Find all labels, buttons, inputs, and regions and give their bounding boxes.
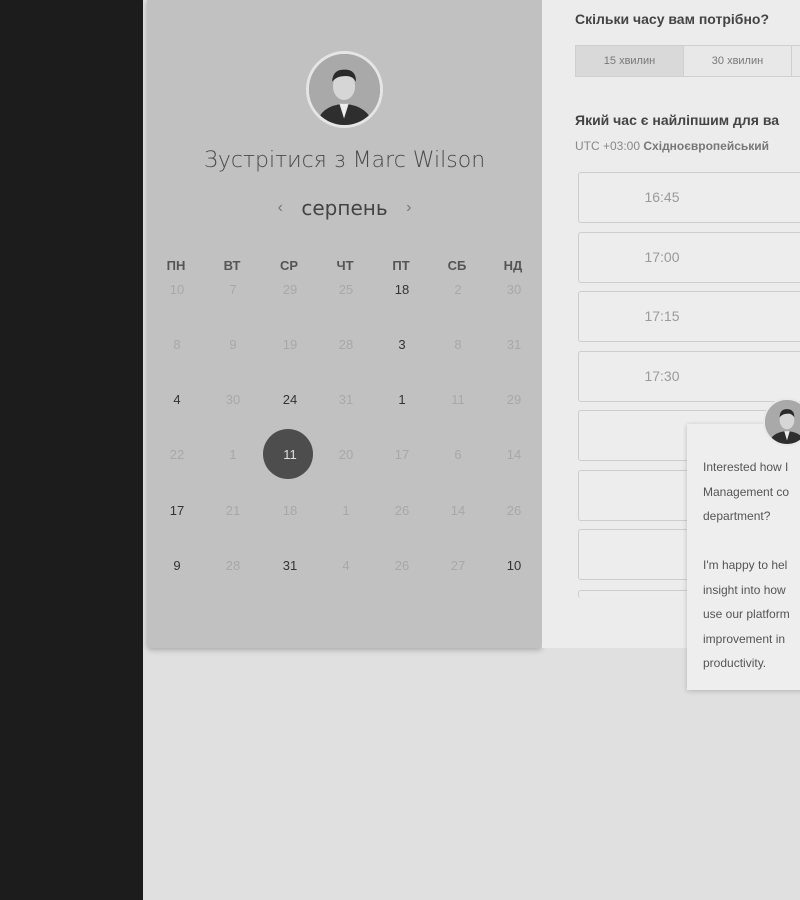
calendar-day[interactable]: 17 <box>155 501 199 521</box>
calendar-day[interactable]: 18 <box>380 280 424 300</box>
weekday-label: ПН <box>166 258 186 273</box>
weekday-label: СБ <box>447 258 467 273</box>
calendar-day: 29 <box>282 282 298 297</box>
duration-tabs: 15 хвилин 30 хвилин <box>575 45 800 77</box>
calendar-day: 27 <box>450 558 466 573</box>
calendar-day-selected[interactable]: 11 <box>268 445 312 465</box>
month-label: серпень <box>301 196 388 220</box>
time-slot[interactable]: 17:30 <box>578 350 800 402</box>
calendar-day: 10 <box>169 282 185 297</box>
calendar-day: 28 <box>338 337 354 352</box>
host-avatar <box>306 51 383 128</box>
calendar-day: 14 <box>450 503 466 518</box>
calendar-day: 21 <box>225 503 241 518</box>
calendar-day: 22 <box>169 447 185 462</box>
duration-option-15[interactable]: 15 хвилин <box>576 46 684 76</box>
chevron-right-icon[interactable]: › <box>392 199 425 217</box>
calendar-day: 29 <box>506 392 522 407</box>
weekday-label: ВТ <box>223 258 241 273</box>
calendar-day: 2 <box>454 282 462 297</box>
calendar-day[interactable]: 9 <box>155 556 199 576</box>
calendar-day: 19 <box>282 337 298 352</box>
calendar-day: 1 <box>342 503 350 518</box>
calendar-day: 20 <box>338 447 354 462</box>
chevron-left-icon[interactable]: ‹ <box>264 199 297 217</box>
person-icon <box>765 400 800 444</box>
calendar-day: 26 <box>394 558 410 573</box>
calendar-day: 4 <box>342 558 350 573</box>
calendar-day: 1 <box>229 447 237 462</box>
calendar-day: 8 <box>454 337 462 352</box>
weekday-label: СР <box>279 258 299 273</box>
calendar-day: 25 <box>338 282 354 297</box>
calendar-day[interactable]: 24 <box>268 390 312 410</box>
calendar-day: 26 <box>506 503 522 518</box>
chat-message: Interested how I Management co departmen… <box>703 460 790 670</box>
calendar-day: 31 <box>506 337 522 352</box>
time-slot[interactable]: 16:45 <box>578 172 800 223</box>
meeting-title: Зустрітися з Marc Wilson <box>203 148 486 173</box>
calendar-day: 9 <box>229 337 237 352</box>
calendar-day: 28 <box>225 558 241 573</box>
month-navigation: ‹ серпень › <box>147 196 542 220</box>
calendar-day[interactable]: 31 <box>268 556 312 576</box>
person-icon <box>309 54 380 125</box>
calendar-day[interactable]: 10 <box>492 556 536 576</box>
calendar-day: 30 <box>225 392 241 407</box>
calendar-day: 7 <box>229 282 237 297</box>
calendar-day: 8 <box>173 337 181 352</box>
calendar-day: 31 <box>338 392 354 407</box>
calendar-day[interactable]: 3 <box>380 335 424 355</box>
calendar-day: 18 <box>282 503 298 518</box>
weekday-label: НД <box>503 258 523 273</box>
calendar-day[interactable]: 1 <box>380 390 424 410</box>
timezone-label[interactable]: UTC +03:00 Східноєвропейський <box>575 139 769 153</box>
timezone-offset: UTC +03:00 <box>575 139 641 153</box>
calendar-day: 26 <box>394 503 410 518</box>
time-slot[interactable]: 17:15 <box>578 291 800 342</box>
calendar-day: 6 <box>454 447 462 462</box>
time-slot[interactable]: 17:00 <box>578 231 800 283</box>
calendar-day[interactable]: 4 <box>155 390 199 410</box>
weekday-label: ПТ <box>392 258 410 273</box>
time-question: Який час є найліпшим для ва <box>575 112 780 128</box>
calendar-day: 11 <box>451 392 465 407</box>
weekday-label: ЧТ <box>336 258 354 273</box>
duration-option-30[interactable]: 30 хвилин <box>684 46 792 76</box>
calendar-day: 17 <box>394 447 410 462</box>
calendar-day: 30 <box>506 282 522 297</box>
calendar-day: 14 <box>506 447 522 462</box>
duration-question: Скільки часу вам потрібно? <box>575 11 770 27</box>
dark-background-area <box>0 0 143 900</box>
timezone-name: Східноєвропейський <box>643 139 770 153</box>
